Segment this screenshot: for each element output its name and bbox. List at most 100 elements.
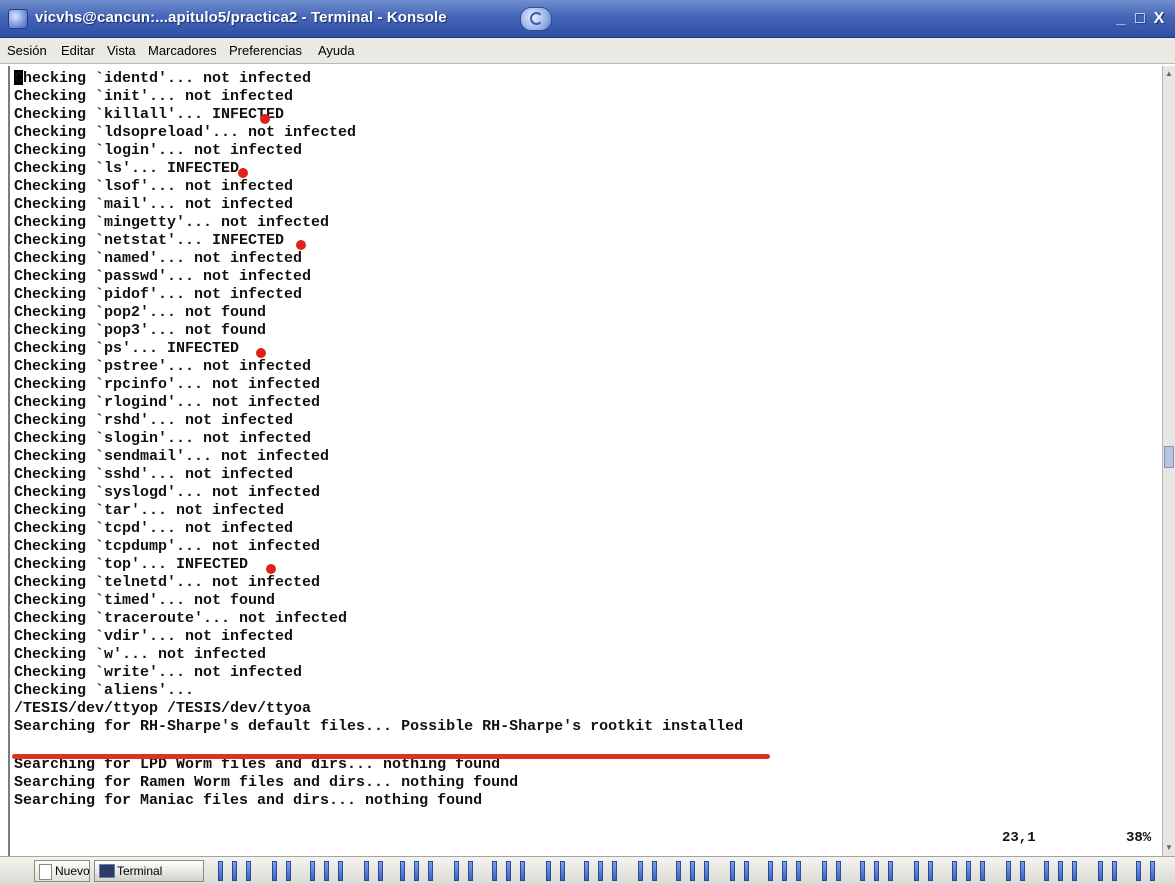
terminal-line: /TESIS/dev/ttyop /TESIS/dev/ttyoa [14, 700, 312, 717]
pager-bar[interactable] [310, 861, 315, 881]
pager-bar[interactable] [744, 861, 749, 881]
menu-marcadores[interactable]: Marcadores [148, 43, 217, 58]
pager-bar[interactable] [414, 861, 419, 881]
terminal-line: Checking `aliens'... [14, 682, 195, 699]
pager-bar[interactable] [546, 861, 551, 881]
pager-bar[interactable] [506, 861, 511, 881]
maximize-button[interactable]: □ [1131, 10, 1149, 28]
pager-bar[interactable] [676, 861, 681, 881]
terminal-line: Checking `slogin'... not infected [14, 430, 312, 447]
terminal-line: Checking `pidof'... not infected [14, 286, 303, 303]
pager-bar[interactable] [378, 861, 383, 881]
pager-bar[interactable] [1058, 861, 1063, 881]
terminal-line: Checking `pop2'... not found [14, 304, 267, 321]
pager-bar[interactable] [730, 861, 735, 881]
konsole-app-icon[interactable] [8, 9, 28, 29]
scroll-thumb[interactable] [1164, 446, 1174, 468]
window-title: vicvhs@cancun:...apitulo5/practica2 - Te… [35, 9, 447, 26]
terminal-line: Checking `login'... not infected [14, 142, 303, 159]
terminal-line: Checking `vdir'... not infected [14, 628, 294, 645]
pager-bar[interactable] [400, 861, 405, 881]
pager-bar[interactable] [454, 861, 459, 881]
infected-marker-icon [256, 348, 266, 358]
title-bar[interactable]: vicvhs@cancun:...apitulo5/practica2 - Te… [0, 0, 1175, 38]
pager-bar[interactable] [874, 861, 879, 881]
terminal-line: Checking `sshd'... not infected [14, 466, 294, 483]
minimize-button[interactable]: _ [1112, 10, 1130, 28]
pager-bar[interactable] [286, 861, 291, 881]
pager-bar[interactable] [822, 861, 827, 881]
menu-ayuda[interactable]: Ayuda [318, 43, 355, 58]
close-button[interactable]: X [1150, 10, 1168, 28]
pager-bar[interactable] [1044, 861, 1049, 881]
pager-bar[interactable] [1006, 861, 1011, 881]
pager-bar[interactable] [428, 861, 433, 881]
terminal-line: Checking `identd'... not infected [14, 70, 312, 87]
terminal-line: Checking `rpcinfo'... not infected [14, 376, 321, 393]
menu-editar[interactable]: Editar [61, 43, 95, 58]
pager-bar[interactable] [1136, 861, 1141, 881]
menu-vista[interactable]: Vista [107, 43, 136, 58]
pager-bar[interactable] [782, 861, 787, 881]
terminal-line: Checking `timed'... not found [14, 592, 276, 609]
scroll-down-arrow-icon[interactable]: ▼ [1164, 842, 1174, 854]
terminal-line: Checking `sendmail'... not infected [14, 448, 330, 465]
pager-bar[interactable] [520, 861, 525, 881]
terminal-line: Checking `telnetd'... not infected [14, 574, 321, 591]
pager-bar[interactable] [952, 861, 957, 881]
pager-bar[interactable] [796, 861, 801, 881]
taskbar: Nuevo Terminal [0, 856, 1175, 884]
terminal-line: Searching for Ramen Worm files and dirs.… [14, 774, 519, 791]
pager-bar[interactable] [928, 861, 933, 881]
pager-bar[interactable] [1112, 861, 1117, 881]
pager-bar[interactable] [560, 861, 565, 881]
pager-bar[interactable] [1098, 861, 1103, 881]
terminal-line: Checking `mail'... not infected [14, 196, 294, 213]
terminal-line: Checking `tcpdump'... not infected [14, 538, 321, 555]
pager-bar[interactable] [338, 861, 343, 881]
pager-bar[interactable] [218, 861, 223, 881]
pager-bar[interactable] [966, 861, 971, 881]
pager-bar[interactable] [914, 861, 919, 881]
pager-bar[interactable] [364, 861, 369, 881]
terminal-line: Checking `tcpd'... not infected [14, 520, 294, 537]
pager-bar[interactable] [324, 861, 329, 881]
terminal-line: Checking `netstat'... INFECTED [14, 232, 285, 249]
pager-bar[interactable] [652, 861, 657, 881]
pager-bar[interactable] [860, 861, 865, 881]
pager-bar[interactable] [888, 861, 893, 881]
terminal-line: Checking `top'... INFECTED [14, 556, 249, 573]
pager-bar[interactable] [272, 861, 277, 881]
pager-bar[interactable] [584, 861, 589, 881]
terminal-line-rootkit-warning: Searching for RH-Sharpe's default files.… [14, 718, 744, 735]
pager-bar[interactable] [598, 861, 603, 881]
scroll-up-arrow-icon[interactable]: ▲ [1164, 68, 1174, 80]
terminal-line: Checking `ps'... INFECTED [14, 340, 240, 357]
terminal-line: Checking `passwd'... not infected [14, 268, 312, 285]
terminal-line: Checking `lsof'... not infected [14, 178, 294, 195]
pager-bar[interactable] [690, 861, 695, 881]
pager-bar[interactable] [1150, 861, 1155, 881]
vertical-scrollbar[interactable]: ▲ ▼ [1162, 66, 1175, 856]
infected-marker-icon [260, 114, 270, 124]
menu-sesion[interactable]: Sesión [7, 43, 47, 58]
pager-bar[interactable] [468, 861, 473, 881]
pager-bar[interactable] [246, 861, 251, 881]
terminal-line: Checking `syslogd'... not infected [14, 484, 321, 501]
new-session-label: Nuevo [55, 864, 90, 878]
pager-bar[interactable] [492, 861, 497, 881]
terminal-line: Checking `init'... not infected [14, 88, 294, 105]
pager-bar[interactable] [612, 861, 617, 881]
pager-bar[interactable] [232, 861, 237, 881]
pager-bar[interactable] [704, 861, 709, 881]
pager-bar[interactable] [1072, 861, 1077, 881]
new-session-button[interactable]: Nuevo [34, 860, 107, 882]
pager-bar[interactable] [768, 861, 773, 881]
pager-bar[interactable] [836, 861, 841, 881]
terminal-output[interactable]: Checking `identd'... not infected Checki… [8, 66, 1160, 856]
pager-bar[interactable] [638, 861, 643, 881]
pager-bar[interactable] [1020, 861, 1025, 881]
menu-preferencias[interactable]: Preferencias [229, 43, 302, 58]
terminal-task-button[interactable]: Terminal [94, 860, 204, 882]
pager-bar[interactable] [980, 861, 985, 881]
